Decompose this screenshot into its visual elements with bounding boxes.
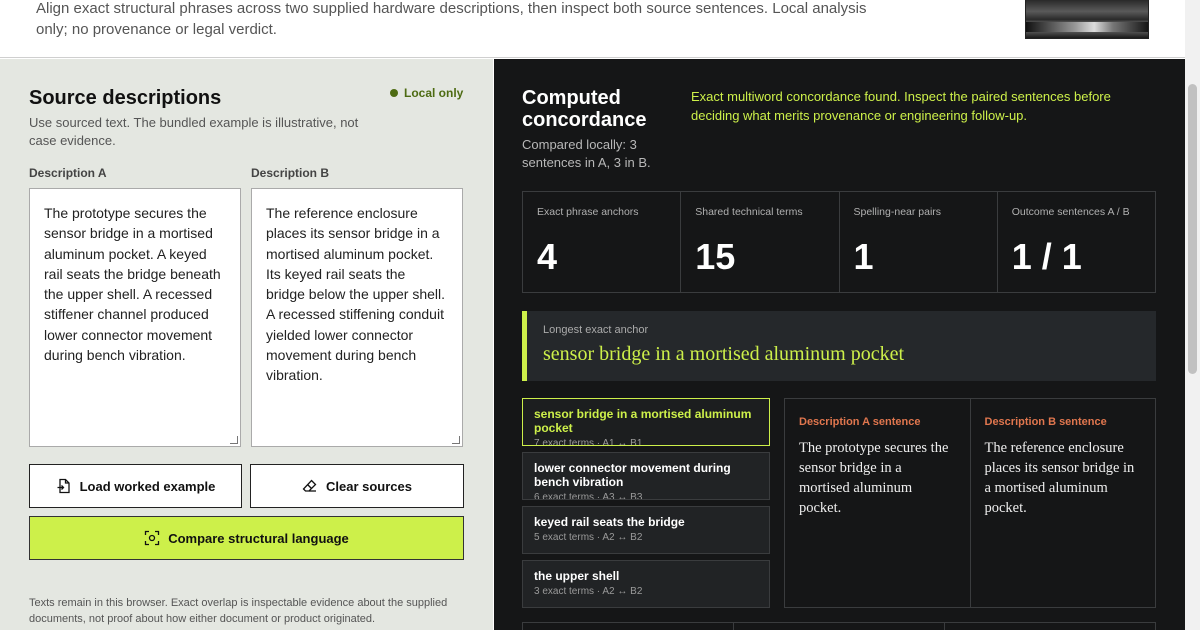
match-meta: 7 exact terms · A1 ↔ B1 (534, 438, 643, 446)
sentence-comparison: Description A sentence The prototype sec… (784, 398, 1156, 608)
header-bar: Align exact structural phrases across tw… (0, 0, 1185, 58)
sentence-a-text: The prototype secures the sensor bridge … (799, 440, 949, 516)
stats-grid: Exact phrase anchors 4 Shared technical … (522, 191, 1156, 293)
stat-outcome-sentences: Outcome sentences A / B 1 / 1 (998, 192, 1155, 292)
scan-icon (145, 530, 160, 546)
match-item[interactable]: sensor bridge in a mortised aluminum poc… (522, 398, 770, 446)
clear-sources-button[interactable]: Clear sources (250, 464, 464, 508)
stat-exact-anchors: Exact phrase anchors 4 (523, 192, 682, 292)
stat-spelling-near: Spelling-near pairs 1 (840, 192, 998, 292)
sentence-b-label: Description B sentence (984, 416, 1107, 428)
match-item[interactable]: lower connector movement during bench vi… (522, 452, 770, 500)
source-note: Use sourced text. The bundled example is… (29, 115, 359, 148)
match-item[interactable]: the upper shell 3 exact terms · A2 ↔ B2 (522, 560, 770, 608)
load-example-button[interactable]: Load worked example (29, 464, 242, 508)
sentence-a-panel: Description A sentence The prototype sec… (785, 399, 971, 607)
description-b-textarea[interactable]: The reference enclosure places its senso… (251, 188, 463, 447)
stat-value: 4 (537, 236, 558, 277)
file-import-icon (57, 478, 70, 494)
stat-shared-terms: Shared technical terms 15 (681, 192, 840, 292)
longest-anchor-card: Longest exact anchor sensor bridge in a … (522, 311, 1156, 381)
stat-value: 1 / 1 (1011, 236, 1082, 277)
sentence-b-text: The reference enclosure places its senso… (984, 440, 1135, 516)
match-item[interactable]: keyed rail seats the bridge 5 exact term… (522, 506, 770, 554)
compare-button[interactable]: Compare structural language (29, 516, 464, 560)
status-dot-icon (390, 89, 398, 97)
next-section-cell (945, 623, 1155, 630)
source-title: Source descriptions (29, 87, 222, 109)
stat-value: 1 (853, 236, 874, 277)
stat-label: Shared technical terms (695, 206, 803, 218)
results-subtitle: Compared locally: 3 sentences in A, 3 in… (522, 137, 651, 170)
results-title: Computed concordance (522, 87, 647, 131)
clear-sources-label: Clear sources (326, 478, 412, 494)
match-meta: 5 exact terms · A2 ↔ B2 (534, 532, 643, 543)
compare-label: Compare structural language (168, 530, 349, 546)
next-section-row (522, 622, 1156, 630)
description-a-textarea[interactable]: The prototype secures the sensor bridge … (29, 188, 241, 447)
match-meta: 6 exact terms · A3 ↔ B3 (534, 492, 643, 500)
match-phrase: sensor bridge in a mortised aluminum poc… (534, 407, 752, 435)
page-scrollbar[interactable] (1185, 0, 1200, 630)
next-section-cell (523, 623, 734, 630)
description-a-label: Description A (29, 166, 107, 180)
header-thumbnail-image (1025, 0, 1149, 39)
local-only-badge: Local only (390, 86, 463, 100)
description-b-label: Description B (251, 166, 330, 180)
match-meta: 3 exact terms · A2 ↔ B2 (534, 586, 643, 597)
finding-message: Exact multiword concordance found. Inspe… (691, 89, 1111, 123)
match-phrase: lower connector movement during bench vi… (534, 461, 731, 489)
match-phrase: the upper shell (534, 569, 620, 583)
stat-value: 15 (695, 236, 736, 277)
intro-text: Align exact structural phrases across tw… (36, 0, 867, 38)
privacy-footnote: Texts remain in this browser. Exact over… (29, 597, 448, 625)
results-panel: Computed concordance Compared locally: 3… (494, 59, 1185, 630)
source-panel: Source descriptions Local only Use sourc… (0, 59, 493, 630)
stat-label: Outcome sentences A / B (1011, 206, 1130, 218)
next-section-cell (734, 623, 945, 630)
scrollbar-thumb[interactable] (1188, 84, 1197, 374)
longest-anchor-label: Longest exact anchor (543, 324, 649, 336)
longest-anchor-text: sensor bridge in a mortised aluminum poc… (543, 343, 905, 365)
stat-label: Exact phrase anchors (537, 206, 639, 218)
sentence-a-label: Description A sentence (799, 416, 921, 428)
match-phrase: keyed rail seats the bridge (534, 515, 685, 529)
eraser-icon (302, 479, 317, 492)
sentence-b-panel: Description B sentence The reference enc… (971, 399, 1156, 607)
local-only-label: Local only (404, 86, 464, 100)
stat-label: Spelling-near pairs (853, 206, 942, 218)
load-example-label: Load worked example (79, 478, 216, 494)
